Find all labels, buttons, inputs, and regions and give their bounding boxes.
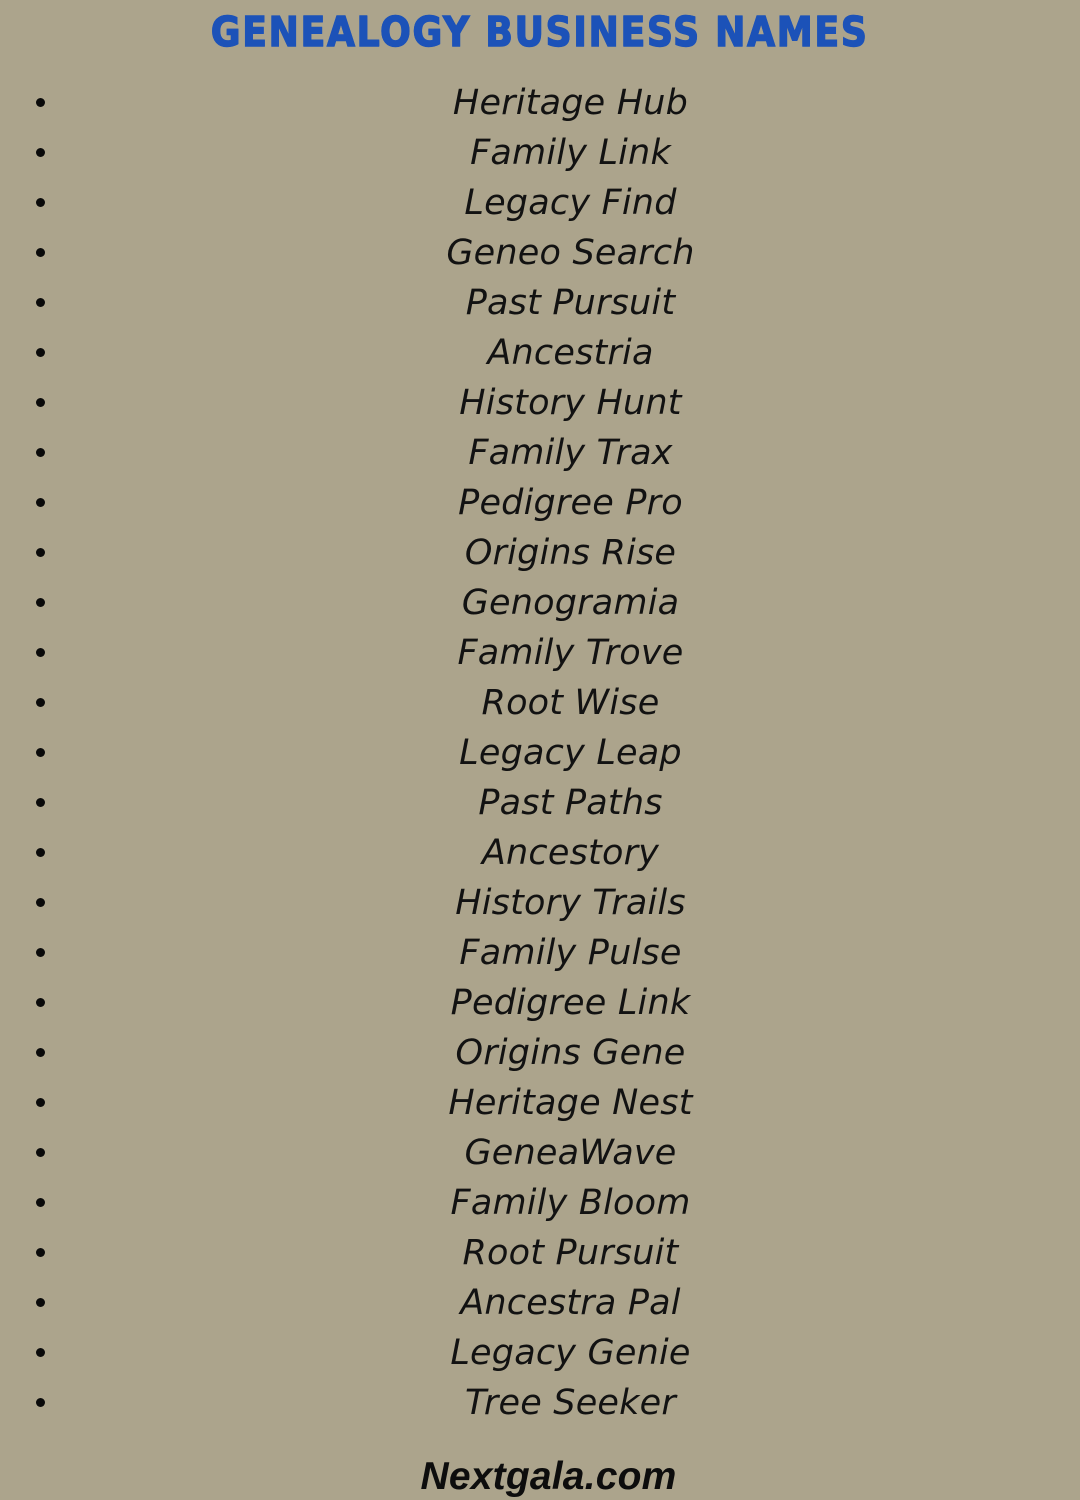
list-item-label: Geneo Search (446, 233, 695, 273)
list-item: Tree Seeker (0, 1378, 1080, 1428)
list-item: Ancestria (0, 328, 1080, 378)
list-item-label: Genogramia (461, 583, 680, 623)
list-item-label: Past Paths (478, 783, 663, 823)
list-item: Ancestory (0, 828, 1080, 878)
list-item-label: Legacy Find (464, 183, 677, 223)
list-item: Heritage Hub (0, 78, 1080, 128)
list-item: Legacy Genie (0, 1328, 1080, 1378)
list-item-label: Pedigree Link (450, 983, 691, 1023)
list-item: Root Wise (0, 678, 1080, 728)
list-item-label: Origins Rise (464, 533, 677, 573)
page-title-container: Genealogy Business Names (0, 8, 1080, 56)
list-item: Past Pursuit (0, 278, 1080, 328)
list-item-label: Ancestria (487, 333, 654, 373)
list-item: Family Pulse (0, 928, 1080, 978)
list-item: Ancestra Pal (0, 1278, 1080, 1328)
list-item-label: History Trails (455, 883, 686, 923)
list-item-label: Legacy Genie (450, 1333, 691, 1373)
list-item-label: History Hunt (459, 383, 682, 423)
list-item: Root Pursuit (0, 1228, 1080, 1278)
list-item: Legacy Leap (0, 728, 1080, 778)
list-item: Origins Rise (0, 528, 1080, 578)
list-item-label: Family Pulse (459, 933, 682, 973)
list-item: Pedigree Link (0, 978, 1080, 1028)
list-item: Past Paths (0, 778, 1080, 828)
list-item: Family Link (0, 128, 1080, 178)
list-item-label: Ancestra Pal (460, 1283, 681, 1323)
list-item-label: Family Bloom (450, 1183, 691, 1223)
list-item: Family Bloom (0, 1178, 1080, 1228)
page-root: Genealogy Business Names Heritage Hub Fam… (0, 0, 1080, 1500)
list-item-label: Pedigree Pro (458, 483, 683, 523)
list-item: GeneaWave (0, 1128, 1080, 1178)
list-item: History Trails (0, 878, 1080, 928)
list-item: Legacy Find (0, 178, 1080, 228)
list-item-label: Family Trax (468, 433, 673, 473)
list-item: Origins Gene (0, 1028, 1080, 1078)
list-item-label: GeneaWave (464, 1133, 677, 1173)
list-item: Heritage Nest (0, 1078, 1080, 1128)
list-item-label: Heritage Nest (448, 1083, 693, 1123)
list-item: History Hunt (0, 378, 1080, 428)
list-item-label: Family Link (470, 133, 671, 173)
list-item-label: Ancestory (481, 833, 660, 873)
business-name-list: Heritage Hub Family Link Legacy Find Geneo … (0, 78, 1080, 1428)
list-item-label: Tree Seeker (465, 1383, 676, 1423)
footer-site-name: Nextgala.com (420, 1455, 677, 1498)
list-item-label: Heritage Hub (452, 83, 689, 123)
page-title: Genealogy Business Names (210, 8, 869, 56)
list-item-label: Root Pursuit (462, 1233, 679, 1273)
list-item-label: Past Pursuit (465, 283, 676, 323)
list-item: Geneo Search (0, 228, 1080, 278)
list-item-label: Origins Gene (455, 1033, 686, 1073)
list-item: Family Trove (0, 628, 1080, 678)
list-item-label: Legacy Leap (459, 733, 682, 773)
list-item-label: Root Wise (481, 683, 660, 723)
list-item: Genogramia (0, 578, 1080, 628)
list-item: Pedigree Pro (0, 478, 1080, 528)
list-item: Family Trax (0, 428, 1080, 478)
list-item-label: Family Trove (457, 633, 684, 673)
